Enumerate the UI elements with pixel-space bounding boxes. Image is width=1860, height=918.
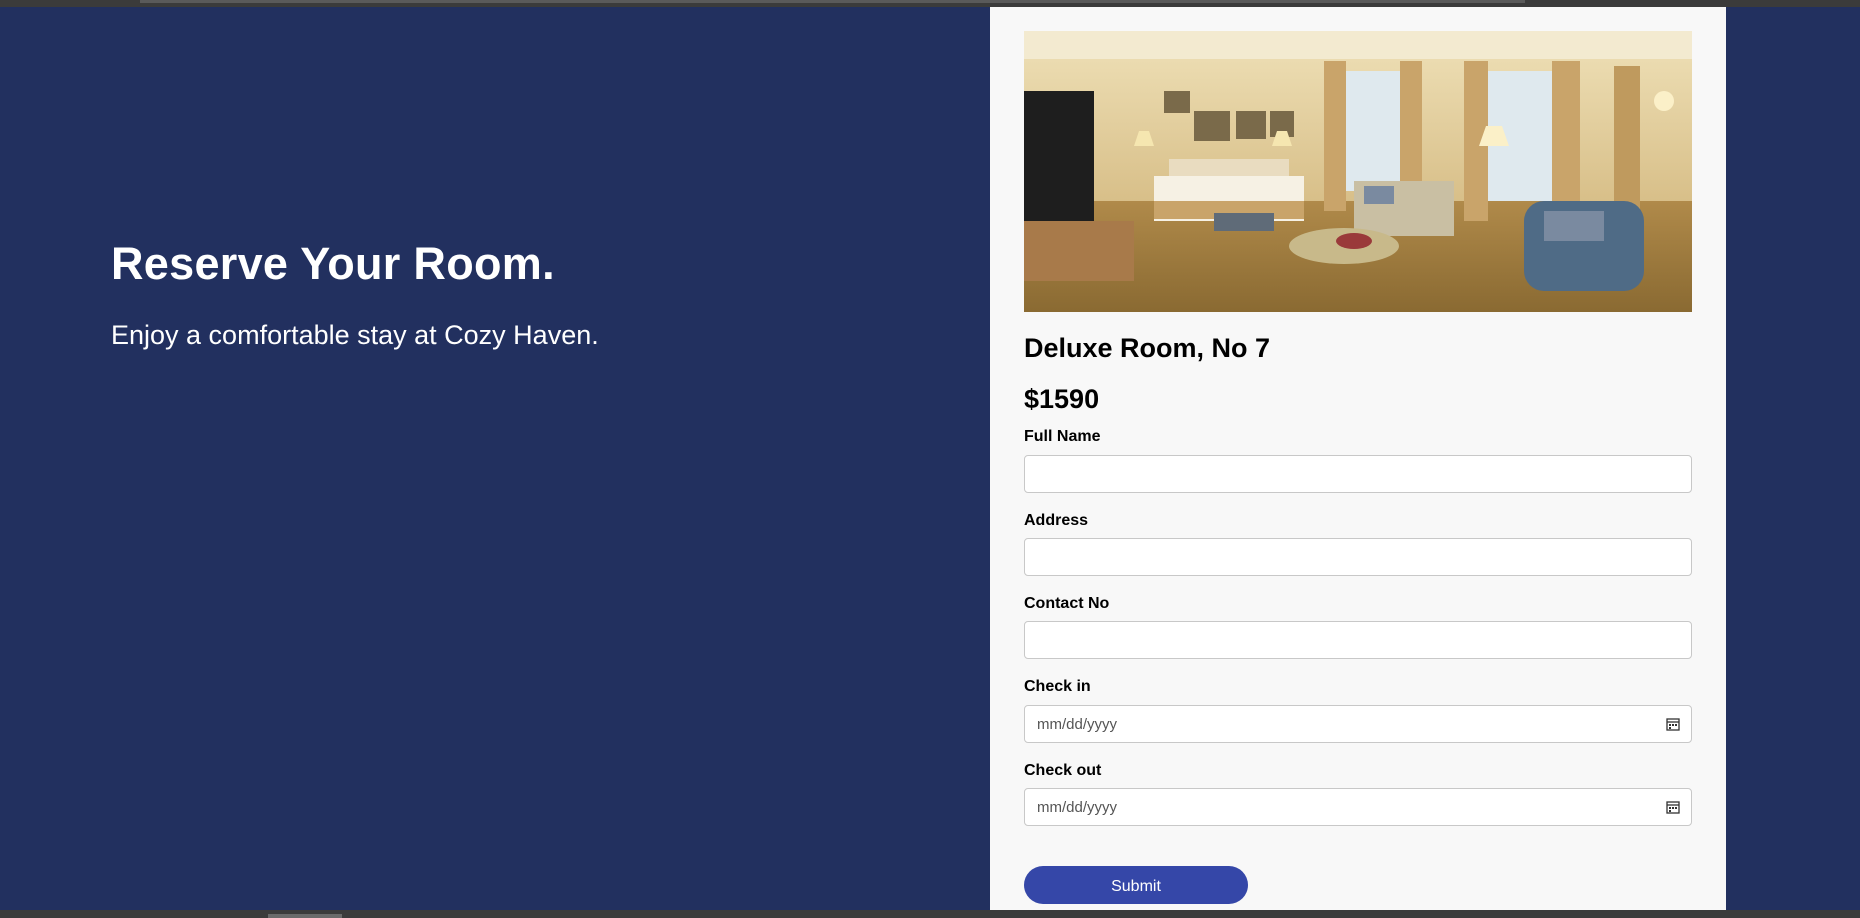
browser-top-bar (0, 0, 1860, 7)
full-name-input[interactable] (1024, 455, 1692, 493)
check-out-placeholder: mm/dd/yyyy (1037, 798, 1118, 816)
calendar-icon[interactable] (1665, 716, 1681, 732)
room-photo (1024, 31, 1692, 312)
contact-label: Contact No (1024, 595, 1110, 612)
full-name-label: Full Name (1024, 428, 1101, 445)
scrollbar-thumb[interactable] (268, 914, 342, 918)
submit-button[interactable]: Submit (1024, 866, 1248, 904)
room-name: Deluxe Room, No 7 (1024, 333, 1271, 363)
browser-top-bar-highlight (140, 0, 1525, 3)
room-price: $1590 (1024, 384, 1100, 414)
hero-subtitle: Enjoy a comfortable stay at Cozy Haven. (111, 320, 599, 350)
check-out-input[interactable]: mm/dd/yyyy (1024, 788, 1692, 826)
check-in-placeholder: mm/dd/yyyy (1037, 715, 1118, 733)
check-out-label: Check out (1024, 762, 1102, 779)
address-label: Address (1024, 512, 1089, 529)
address-input[interactable] (1024, 538, 1692, 576)
check-in-label: Check in (1024, 678, 1091, 695)
hero-section: Reserve Your Room. Enjoy a comfortable s… (111, 238, 599, 351)
hero-title: Reserve Your Room. (111, 238, 555, 289)
contact-input[interactable] (1024, 621, 1692, 659)
calendar-icon[interactable] (1665, 799, 1681, 815)
browser-bottom-bar (0, 910, 1860, 918)
booking-panel: Deluxe Room, No 7 $1590 Full Name Addres… (990, 7, 1726, 910)
check-in-input[interactable]: mm/dd/yyyy (1024, 705, 1692, 743)
